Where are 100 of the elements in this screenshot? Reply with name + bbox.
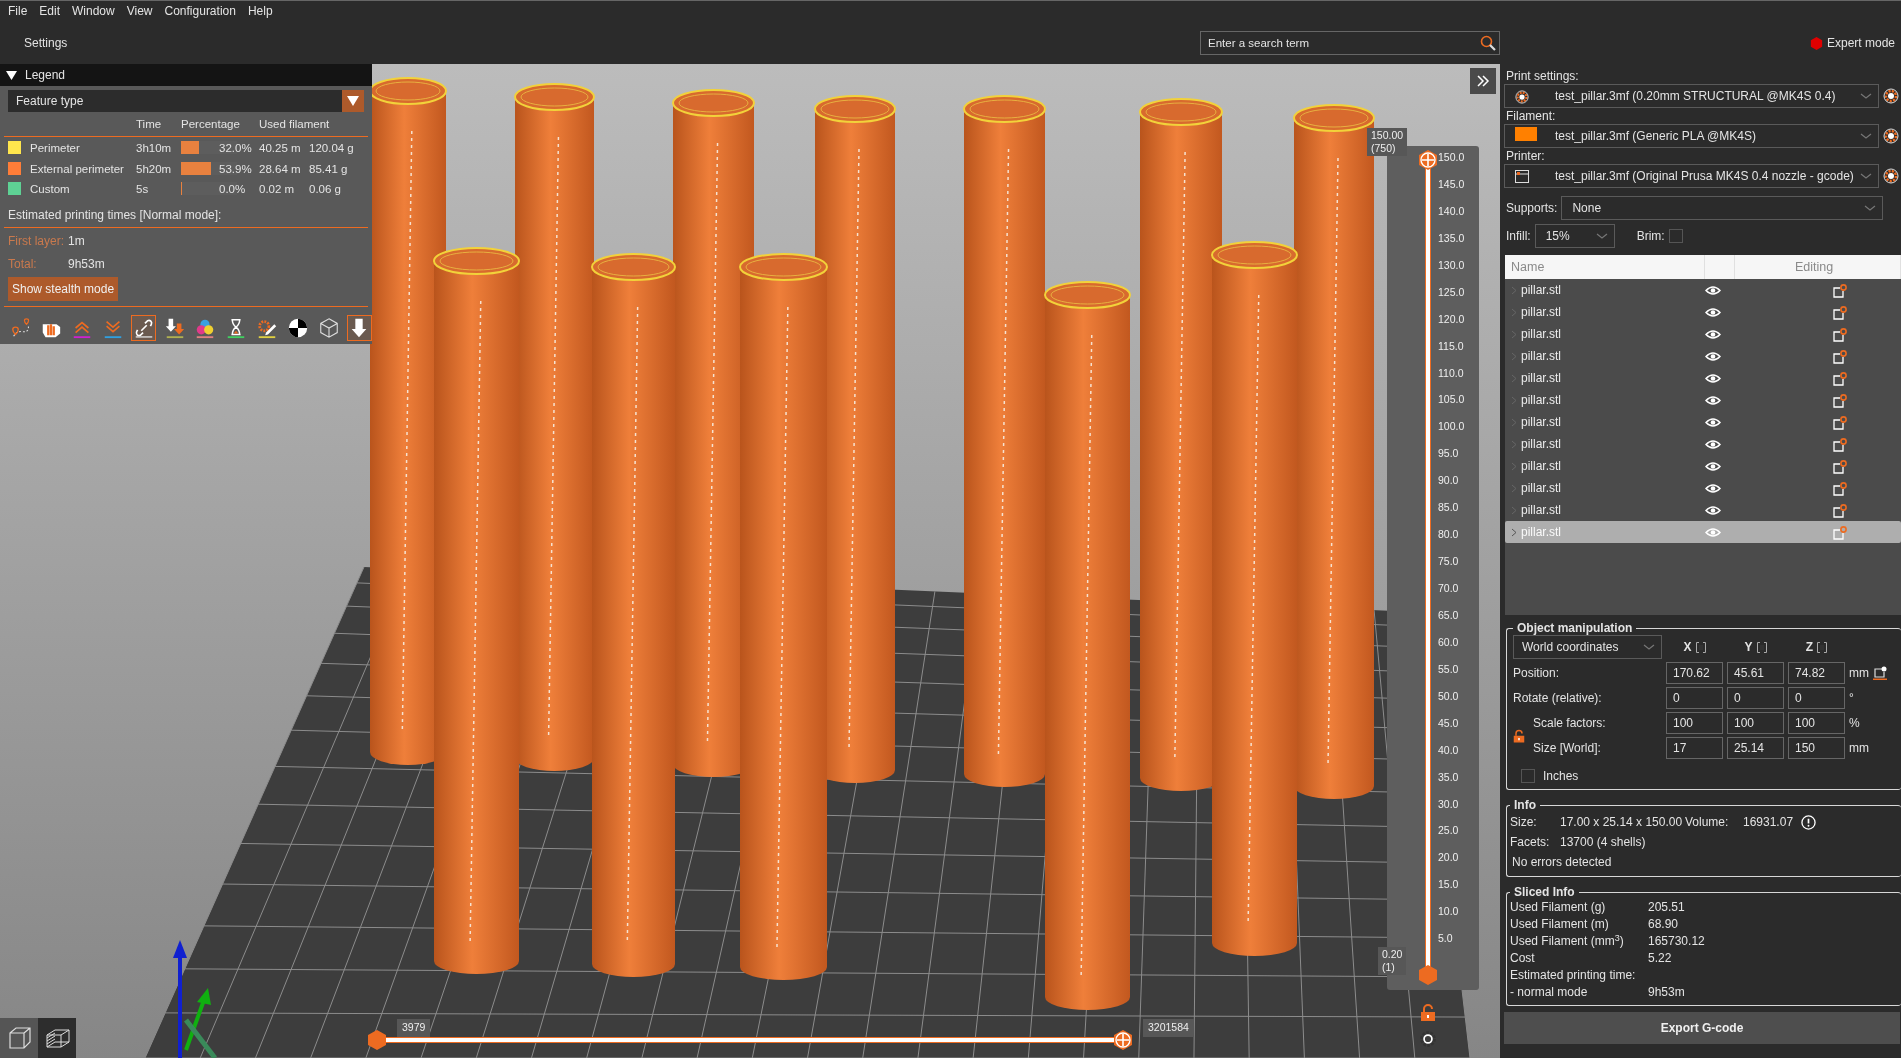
time-value: 1m [68, 233, 86, 250]
tick-label: 130.0 [1438, 257, 1465, 273]
eye-icon [1705, 395, 1721, 407]
unit-label: ° [1849, 690, 1854, 707]
number-field[interactable]: 100 [1666, 712, 1723, 734]
number-field[interactable]: 25.14 [1727, 737, 1784, 759]
tick-label: 55.0 [1438, 661, 1460, 677]
supports-dropdown[interactable]: None [1561, 196, 1884, 220]
number-field[interactable]: 74.82 [1788, 662, 1845, 684]
object-name: pillar.stl [1521, 370, 1562, 387]
info-value: 16931.07 [1743, 814, 1794, 831]
unlocked-padlock-icon[interactable] [1420, 1004, 1436, 1022]
tick-label: 145.0 [1438, 176, 1465, 192]
tick-label: 85.0 [1438, 500, 1460, 516]
eye-icon [1705, 417, 1721, 429]
slider-thumb[interactable] [366, 1029, 388, 1051]
number-field[interactable]: 0 [1666, 687, 1723, 709]
menu-item[interactable]: Configuration [158, 1, 242, 22]
stealth-mode-button[interactable]: Show stealth mode [8, 277, 119, 301]
column-header: Name [1505, 255, 1705, 279]
axis-label: Y [1744, 639, 1753, 656]
info-label: Facets: [1510, 834, 1551, 851]
view-type-dropdown[interactable]: Feature type [8, 90, 364, 112]
checkbox[interactable] [1668, 229, 1683, 243]
number-field[interactable]: 100 [1727, 712, 1784, 734]
tick-label: 15.0 [1438, 877, 1460, 893]
object-row[interactable]: pillar.stl [1505, 323, 1901, 345]
number-field[interactable]: 17 [1666, 737, 1723, 759]
number-field[interactable]: 45.61 [1727, 662, 1784, 684]
bracket-icon[interactable] [1756, 641, 1767, 653]
legend-option-button[interactable] [131, 315, 157, 341]
warning-icon[interactable] [1801, 814, 1817, 830]
slider-plus-thumb[interactable] [1417, 149, 1439, 171]
bracket-icon[interactable] [1817, 641, 1828, 653]
number-field[interactable]: 100 [1788, 712, 1845, 734]
object-name: pillar.stl [1521, 502, 1562, 519]
search-icon[interactable] [1480, 35, 1496, 51]
object-name: pillar.stl [1521, 392, 1562, 409]
chevron-down-icon [1595, 232, 1608, 240]
object-row[interactable]: pillar.stl [1505, 367, 1901, 389]
view-button[interactable] [38, 1018, 76, 1058]
layer-number-text: (750) [1371, 142, 1397, 155]
object-row[interactable]: pillar.stl [1505, 433, 1901, 455]
menu-item[interactable]: View [120, 1, 159, 22]
column-header: Editing [1735, 255, 1901, 279]
menu-item[interactable]: Help [241, 1, 279, 22]
object-row[interactable]: pillar.stl [1505, 345, 1901, 367]
menu-item[interactable]: Edit [33, 1, 67, 22]
object-row[interactable]: pillar.stl [1505, 279, 1901, 301]
chevron-right-icon [1511, 307, 1517, 317]
infill-dropdown[interactable]: 15% [1534, 224, 1615, 248]
chevron-right-icon [1511, 439, 1517, 449]
field-label: Filament: [1506, 108, 1557, 124]
tick-label: 120.0 [1438, 311, 1465, 327]
checkbox[interactable] [1521, 769, 1535, 783]
feature-name: Perimeter [30, 141, 81, 157]
collapse-sidebar-button[interactable] [1470, 68, 1496, 94]
object-row[interactable]: pillar.stl [1505, 301, 1901, 323]
estimate-title: Estimated printing times [Normal mode]: [8, 207, 223, 224]
menu-item[interactable]: Window [66, 1, 121, 22]
move-number-label: 3201584 [1143, 1019, 1194, 1037]
unit-label: % [1849, 715, 1860, 732]
legend-option-button[interactable] [346, 315, 373, 341]
bracket-icon[interactable] [1695, 641, 1706, 653]
preset-dropdown[interactable]: test_pillar.3mf (0.20mm STRUCTURAL @MK4S 0.4) [1504, 84, 1879, 108]
legend-title[interactable]: Legend [25, 66, 66, 84]
settings-tab[interactable]: Settings [20, 30, 72, 56]
mode-label[interactable]: Expert mode [1826, 34, 1895, 52]
preset-dropdown[interactable]: test_pillar.3mf (Original Prusa MK4S 0.4 nozzle - gcode) [1504, 164, 1879, 188]
time-label: First layer: [8, 233, 65, 250]
object-row[interactable]: pillar.stl [1505, 499, 1901, 521]
view-button[interactable] [0, 1018, 38, 1058]
number-field[interactable]: 170.62 [1666, 662, 1723, 684]
tick-label: 100.0 [1438, 419, 1465, 435]
edit-icon [1833, 525, 1847, 540]
object-row[interactable]: pillar.stl [1505, 455, 1901, 477]
preset-dropdown[interactable]: test_pillar.3mf (Generic PLA @MK4S) [1504, 124, 1879, 148]
slider-plus-thumb[interactable] [1112, 1029, 1134, 1051]
tick-label: 125.0 [1438, 284, 1465, 300]
object-row[interactable]: pillar.stl [1505, 389, 1901, 411]
feature-name: Custom [30, 181, 71, 197]
number-field[interactable]: 0 [1727, 687, 1784, 709]
number-field[interactable]: 150 [1788, 737, 1845, 759]
export-button[interactable]: Export G-code [1504, 1012, 1900, 1044]
object-row[interactable]: pillar.stl [1505, 411, 1901, 433]
chevron-down-icon [1860, 92, 1872, 100]
move-number-label: 3979 [397, 1019, 431, 1037]
axis-label: Z [1805, 639, 1814, 656]
caret-icon[interactable] [6, 69, 17, 81]
menu-item[interactable]: File [2, 1, 34, 22]
info-value: 5.22 [1648, 950, 1673, 967]
unlocked-padlock-icon[interactable] [1513, 728, 1525, 744]
slider-thumb[interactable] [1417, 964, 1439, 986]
search-field[interactable]: Enter a search term [1200, 31, 1500, 55]
coordinates-dropdown[interactable]: World coordinates [1513, 635, 1662, 659]
weight-value: 85.41 g [309, 161, 349, 177]
object-row[interactable]: pillar.stl [1505, 477, 1901, 499]
tick-label: 20.0 [1438, 850, 1460, 866]
number-field[interactable]: 0 [1788, 687, 1845, 709]
percentage-value: 53.9% [219, 161, 253, 177]
